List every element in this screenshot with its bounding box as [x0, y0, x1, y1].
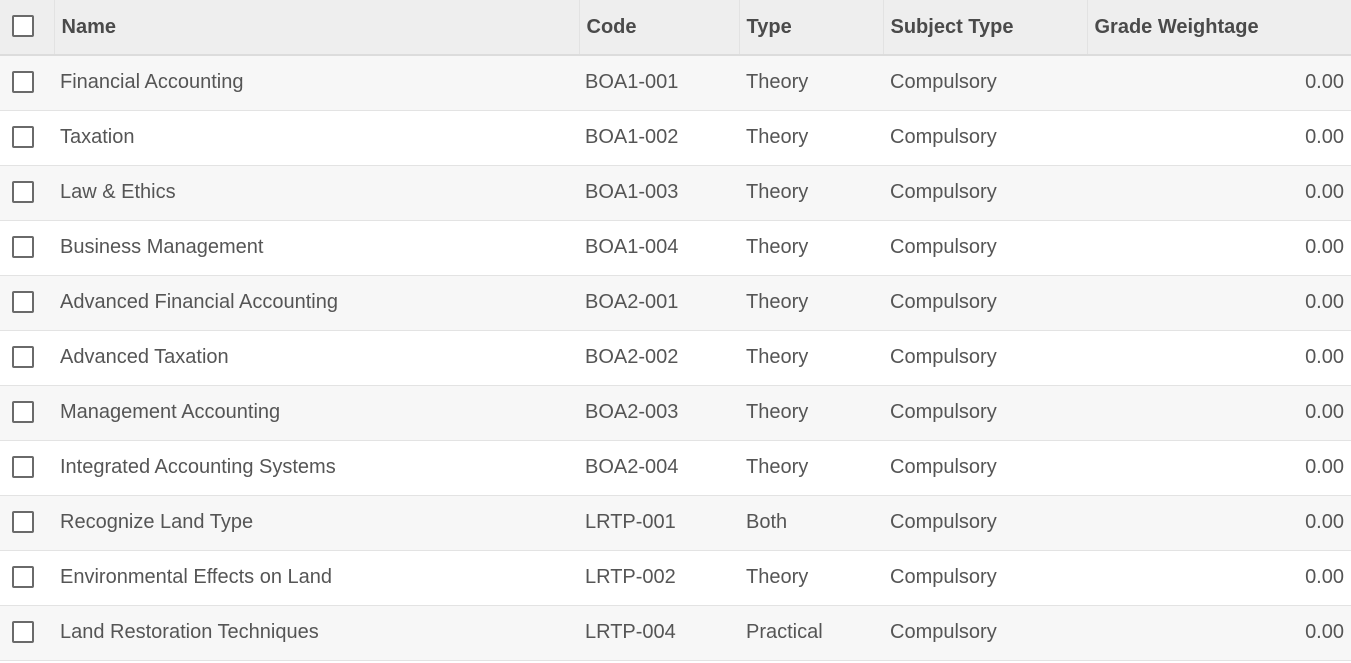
type-cell: Practical [746, 621, 823, 643]
type-cell: Theory [746, 401, 809, 423]
name-cell: Financial Accounting [60, 71, 244, 94]
grade-weightage-cell: 0.00 [1305, 566, 1344, 588]
code-cell: LRTP-002 [585, 566, 676, 588]
select-all-checkbox[interactable] [12, 15, 34, 37]
row-select-cell [0, 605, 54, 660]
table-row[interactable]: Integrated Accounting Systems BOA2-004 The… [0, 440, 1351, 495]
row-select-checkbox[interactable] [12, 180, 34, 203]
row-select-cell [0, 55, 54, 110]
grade-weightage-cell: 0.00 [1305, 181, 1344, 203]
code-cell: BOA2-003 [585, 401, 679, 423]
row-select-cell [0, 495, 54, 550]
code-cell: BOA2-001 [585, 291, 679, 313]
row-select-checkbox[interactable] [12, 565, 34, 588]
name-cell: Environmental Effects on Land [60, 566, 333, 588]
row-select-checkbox[interactable] [12, 235, 34, 258]
table-body: Financial Accounting BOA1-001 Theory Compul… [0, 55, 1351, 660]
subject-type-cell: Compulsory [890, 621, 997, 643]
subject-type-cell: Compulsory [890, 511, 997, 533]
code-cell: BOA2-004 [585, 456, 679, 478]
grade-weightage-cell: 0.00 [1305, 621, 1344, 643]
row-select-checkbox[interactable] [12, 125, 34, 148]
table-header: Name Code Type Subject Type Grade Weight… [0, 0, 1351, 55]
row-select-cell [0, 385, 54, 440]
type-cell: Theory [746, 126, 809, 148]
row-select-checkbox[interactable] [12, 70, 34, 93]
grade-weightage-cell: 0.00 [1305, 511, 1344, 533]
name-cell: Land Restoration Techniques [60, 621, 319, 643]
subject-type-cell: Compulsory [890, 401, 997, 423]
select-all-cell [0, 0, 55, 55]
row-select-cell [0, 440, 54, 495]
column-header-type[interactable]: Type [739, 0, 884, 55]
table-row[interactable]: Environmental Effects on Land LRTP-002 The… [0, 550, 1351, 605]
grade-weightage-cell: 0.00 [1305, 71, 1344, 94]
name-cell: Recognize Land Type [60, 511, 254, 533]
row-select-cell [0, 330, 54, 385]
table-row[interactable]: Recognize Land Type LRTP-001 Both Compulsor… [0, 495, 1351, 550]
row-select-checkbox[interactable] [12, 620, 34, 643]
subject-type-cell: Compulsory [890, 456, 997, 478]
table-row[interactable]: Taxation BOA1-002 Theory Compulsory 0.00 [0, 110, 1351, 165]
table-row[interactable]: Management Accounting BOA2-003 Theory Compu… [0, 385, 1351, 440]
column-header-code[interactable]: Code [579, 0, 740, 55]
table-row[interactable]: Financial Accounting BOA1-001 Theory Compul… [0, 55, 1351, 110]
type-cell: Both [746, 511, 788, 533]
row-select-cell [0, 165, 54, 220]
subject-type-cell: Compulsory [890, 291, 997, 313]
grade-weightage-cell: 0.00 [1305, 126, 1344, 148]
grade-weightage-cell: 0.00 [1305, 236, 1344, 258]
type-cell: Theory [746, 291, 809, 313]
table-row[interactable]: Law & Ethics BOA1-003 Theory Compulsory 0.00 [0, 165, 1351, 220]
row-select-checkbox[interactable] [12, 290, 34, 313]
table-row[interactable]: Advanced Taxation BOA2-002 Theory Compulsor… [0, 330, 1351, 385]
grade-weightage-cell: 0.00 [1305, 346, 1344, 368]
subjects-list-table: Name Code Type Subject Type Grade Weight… [0, 0, 1351, 661]
name-cell: Business Management [60, 236, 264, 258]
code-cell: BOA1-004 [585, 236, 679, 258]
table-row[interactable]: Business Management BOA1-004 Theory Compuls… [0, 220, 1351, 275]
name-cell: Taxation [60, 126, 135, 148]
table-row[interactable]: Advanced Financial Accounting BOA2-001 The… [0, 275, 1351, 330]
type-cell: Theory [746, 346, 809, 368]
row-select-cell [0, 110, 54, 165]
type-cell: Theory [746, 566, 809, 588]
row-select-checkbox[interactable] [12, 455, 34, 478]
type-cell: Theory [746, 236, 809, 258]
column-header-grade-weightage[interactable]: Grade Weightage [1087, 0, 1351, 55]
name-cell: Advanced Financial Accounting [60, 291, 338, 313]
grade-weightage-cell: 0.00 [1305, 456, 1344, 478]
type-cell: Theory [746, 456, 809, 478]
subject-type-cell: Compulsory [890, 126, 997, 148]
type-cell: Theory [746, 71, 809, 94]
code-cell: BOA1-003 [585, 181, 679, 203]
subject-type-cell: Compulsory [890, 236, 997, 258]
code-cell: LRTP-004 [585, 621, 676, 643]
name-cell: Law & Ethics [60, 181, 176, 203]
subject-type-cell: Compulsory [890, 71, 997, 94]
type-cell: Theory [746, 181, 809, 203]
row-select-cell [0, 275, 54, 330]
row-select-checkbox[interactable] [12, 510, 34, 533]
row-select-checkbox[interactable] [12, 345, 34, 368]
grade-weightage-cell: 0.00 [1305, 291, 1344, 313]
grade-weightage-cell: 0.00 [1305, 401, 1344, 423]
code-cell: BOA1-002 [585, 126, 679, 148]
code-cell: BOA2-002 [585, 346, 679, 368]
name-cell: Integrated Accounting Systems [60, 456, 336, 478]
column-header-name[interactable]: Name [54, 0, 580, 55]
column-header-subject-type[interactable]: Subject Type [883, 0, 1088, 55]
subject-type-cell: Compulsory [890, 181, 997, 203]
row-select-cell [0, 220, 54, 275]
subject-type-cell: Compulsory [890, 346, 997, 368]
code-cell: BOA1-001 [585, 71, 679, 94]
table-row[interactable]: Land Restoration Techniques LRTP-004 Pract… [0, 605, 1351, 660]
row-select-cell [0, 550, 54, 605]
row-select-checkbox[interactable] [12, 400, 34, 423]
subject-type-cell: Compulsory [890, 566, 997, 588]
code-cell: LRTP-001 [585, 511, 676, 533]
name-cell: Advanced Taxation [60, 346, 229, 368]
name-cell: Management Accounting [60, 401, 281, 423]
header-row: Name Code Type Subject Type Grade Weight… [0, 0, 1351, 55]
